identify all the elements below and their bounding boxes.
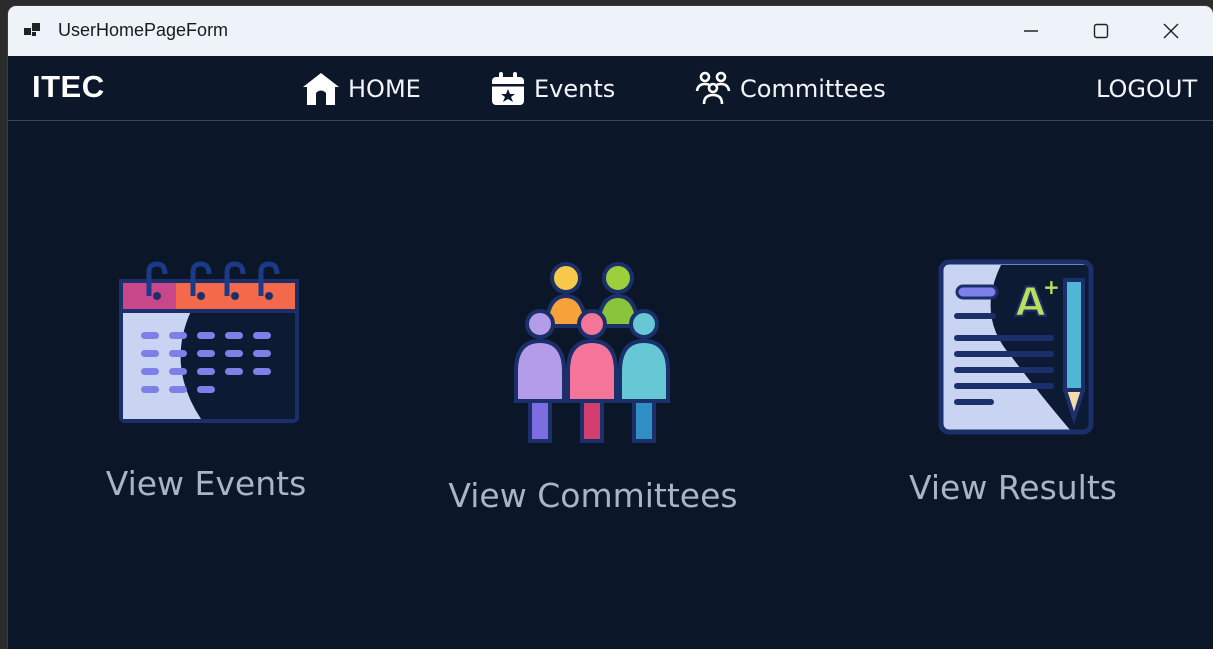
nav-events-label: Events — [534, 75, 616, 103]
tile-view-events-label: View Events — [105, 464, 307, 503]
calendar-star-icon — [492, 72, 524, 105]
tile-view-committees-label: View Committees — [448, 476, 738, 515]
people-group-icon — [514, 262, 670, 443]
minimize-icon — [1024, 30, 1038, 32]
nav-committees[interactable]: Committees — [694, 70, 886, 108]
people-group-icon — [695, 71, 731, 105]
brand-logo-text: ITEC — [32, 69, 105, 104]
maximize-icon — [1093, 23, 1109, 39]
close-icon — [1163, 23, 1179, 39]
nav-events[interactable]: Events — [490, 70, 615, 108]
app-window: UserHomePageForm ITEC HOME Events Commit… — [8, 6, 1213, 649]
maximize-button[interactable] — [1066, 6, 1136, 56]
tile-view-results[interactable]: A + View Results — [898, 256, 1128, 507]
nav-home-label: HOME — [348, 75, 421, 103]
minimize-button[interactable] — [996, 6, 1066, 56]
svg-text:A: A — [1015, 280, 1046, 326]
top-navbar: ITEC HOME Events Committees LOGOUT — [8, 56, 1213, 121]
tile-view-results-label: View Results — [909, 468, 1117, 507]
svg-text:+: + — [1043, 275, 1060, 299]
tile-view-committees[interactable]: View Committees — [428, 256, 758, 515]
graded-document-icon: A + — [938, 259, 1093, 435]
window-title: UserHomePageForm — [58, 20, 229, 40]
nav-home[interactable]: HOME — [302, 70, 421, 108]
home-icon — [303, 73, 339, 105]
title-bar[interactable]: UserHomePageForm — [8, 6, 1213, 56]
nav-logout[interactable]: LOGOUT — [1096, 70, 1197, 108]
tile-view-events[interactable]: View Events — [96, 256, 316, 503]
nav-logout-label: LOGOUT — [1096, 75, 1198, 103]
close-button[interactable] — [1136, 6, 1206, 56]
app-icon — [24, 23, 40, 36]
calendar-icon — [119, 261, 299, 423]
nav-committees-label: Committees — [740, 75, 886, 103]
